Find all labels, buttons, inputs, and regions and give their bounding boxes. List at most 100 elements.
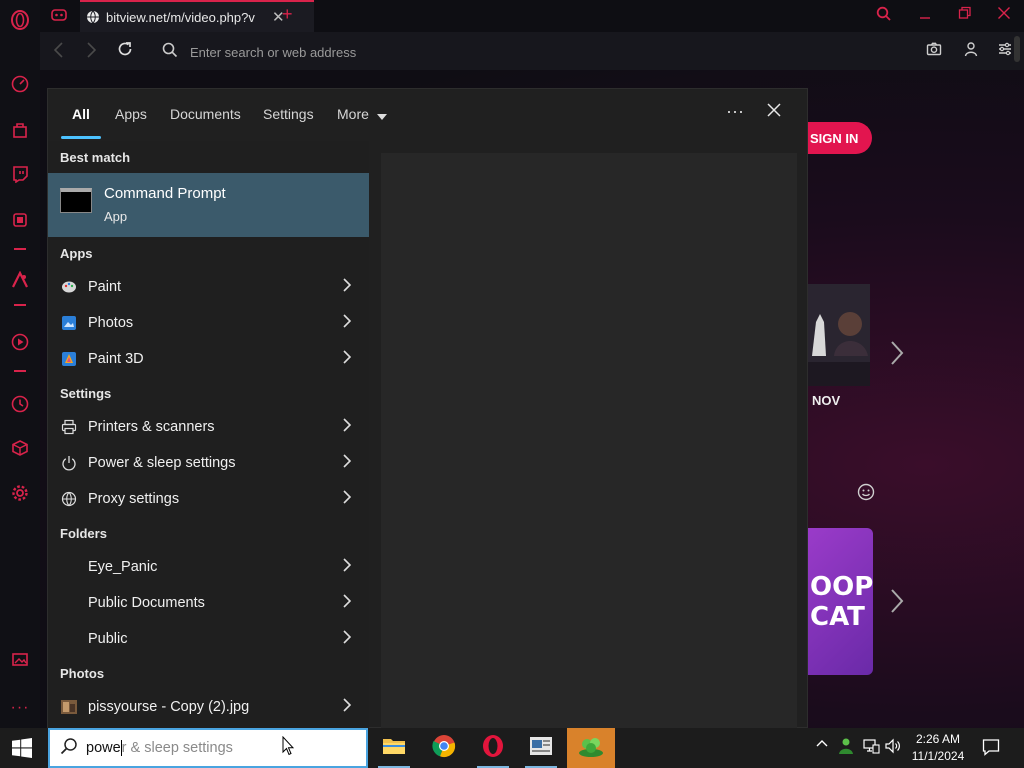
- sidebar-more-icon[interactable]: ···: [8, 696, 32, 720]
- new-tab-button[interactable]: +: [282, 4, 293, 25]
- printer-icon: [61, 419, 77, 435]
- active-tab-indicator: [61, 136, 101, 139]
- sidebar-divider: [14, 304, 26, 306]
- best-match-result[interactable]: Command Prompt App: [48, 173, 369, 237]
- video-thumbnail[interactable]: [808, 284, 870, 386]
- tab-settings[interactable]: Settings: [263, 106, 314, 122]
- workspace-icon[interactable]: [50, 7, 68, 28]
- reload-icon[interactable]: [116, 40, 134, 63]
- paint-icon: [61, 279, 77, 295]
- chevron-right-icon[interactable]: [343, 277, 352, 297]
- user-tray-icon[interactable]: [837, 737, 855, 758]
- result-app-paint-3d[interactable]: Paint 3D: [48, 341, 369, 377]
- speed-dial-icon[interactable]: [8, 72, 32, 96]
- section-heading-folders: Folders: [60, 526, 107, 541]
- settings-gear-icon[interactable]: [8, 481, 32, 505]
- opera-sidebar: ···: [0, 0, 40, 728]
- result-photo[interactable]: pissyourse - Copy (2).jpg: [48, 689, 369, 725]
- result-setting-power-sleep[interactable]: Power & sleep settings: [48, 445, 369, 481]
- photo-thumbnail-icon: [61, 699, 77, 715]
- aria-icon[interactable]: [8, 268, 32, 292]
- sidebar-divider: [14, 248, 26, 250]
- chrome-icon: [432, 734, 456, 763]
- close-window-button[interactable]: [997, 6, 1011, 24]
- close-search-button[interactable]: [766, 101, 782, 124]
- page-scrollbar[interactable]: [1014, 36, 1020, 62]
- extensions-icon[interactable]: [8, 436, 32, 460]
- power-icon: [61, 455, 77, 471]
- chevron-right-icon[interactable]: [343, 697, 352, 717]
- result-app-paint[interactable]: Paint: [48, 269, 369, 305]
- restore-button[interactable]: [958, 6, 972, 24]
- result-app-photos[interactable]: Photos: [48, 305, 369, 341]
- history-icon[interactable]: [8, 392, 32, 416]
- taskbar-file-explorer[interactable]: [370, 728, 418, 768]
- carousel-next-icon[interactable]: [890, 588, 904, 621]
- search-autocomplete-suggestion: r & sleep settings: [121, 739, 233, 756]
- result-folder-public-documents[interactable]: Public Documents: [48, 585, 369, 621]
- chevron-right-icon[interactable]: [343, 313, 352, 333]
- game-app-icon: [578, 734, 604, 763]
- chevron-right-icon[interactable]: [343, 489, 352, 509]
- windows-start-icon[interactable]: [12, 738, 32, 758]
- emoji-icon[interactable]: [857, 483, 875, 506]
- tab-strip: bitview.net/m/video.php?v ✕ +: [40, 0, 1024, 32]
- tab-more[interactable]: More: [337, 106, 387, 123]
- chevron-right-icon[interactable]: [343, 629, 352, 649]
- search-typed-text[interactable]: power & sleep settings: [86, 739, 233, 757]
- opera-logo-icon[interactable]: [8, 8, 32, 32]
- sign-in-button[interactable]: SIGN IN: [808, 122, 872, 154]
- video-thumbnail-text: OOP: [810, 571, 874, 602]
- result-label: Eye_Panic: [88, 559, 158, 575]
- shopping-icon[interactable]: [8, 118, 32, 142]
- chevron-right-icon[interactable]: [343, 557, 352, 577]
- clock-date: 11/1/2024: [911, 749, 965, 763]
- mouse-cursor-icon: [282, 735, 295, 761]
- volume-icon[interactable]: [885, 738, 901, 757]
- result-folder-eye-panic[interactable]: Eye_Panic: [48, 549, 369, 585]
- player-icon[interactable]: [8, 330, 32, 354]
- chevron-right-icon[interactable]: [343, 349, 352, 369]
- result-setting-printers[interactable]: Printers & scanners: [48, 409, 369, 445]
- news-app-icon: [529, 736, 553, 761]
- game-icon[interactable]: [8, 208, 32, 232]
- section-heading-best-match: Best match: [60, 150, 131, 165]
- result-label: Proxy settings: [88, 491, 180, 507]
- globe-icon: [86, 10, 100, 24]
- back-icon[interactable]: [52, 41, 66, 64]
- system-clock[interactable]: 2:26 AM 11/1/2024: [902, 731, 974, 765]
- taskbar-chrome[interactable]: [420, 728, 468, 768]
- chevron-right-icon[interactable]: [343, 453, 352, 473]
- clock-time: 2:26 AM: [915, 732, 961, 746]
- result-label: Printers & scanners: [88, 419, 215, 435]
- best-match-subtitle: App: [104, 209, 128, 224]
- tab-documents[interactable]: Documents: [170, 106, 241, 122]
- pinboard-icon[interactable]: [8, 647, 32, 671]
- snapshot-camera-icon[interactable]: [926, 41, 942, 60]
- taskbar-game-app[interactable]: [567, 728, 615, 768]
- easy-setup-icon[interactable]: [997, 41, 1013, 60]
- carousel-next-icon[interactable]: [890, 340, 904, 373]
- result-label: pissyourse - Copy (2).jpg: [88, 699, 250, 715]
- forward-icon[interactable]: [84, 41, 98, 64]
- video-thumbnail[interactable]: OOP CAT: [808, 528, 873, 675]
- result-folder-public[interactable]: Public: [48, 621, 369, 657]
- more-options-button[interactable]: ···: [726, 101, 744, 122]
- tab-all[interactable]: All: [72, 106, 90, 122]
- result-setting-proxy[interactable]: Proxy settings: [48, 481, 369, 517]
- chevron-right-icon[interactable]: [343, 417, 352, 437]
- twitch-icon[interactable]: [8, 162, 32, 186]
- taskbar-opera[interactable]: [469, 728, 517, 768]
- tab-apps[interactable]: Apps: [115, 106, 147, 122]
- chevron-right-icon[interactable]: [343, 593, 352, 613]
- minimize-button[interactable]: [918, 6, 932, 24]
- taskbar-search-box[interactable]: power & sleep settings: [48, 728, 368, 768]
- taskbar-news-app[interactable]: [517, 728, 565, 768]
- notification-center-icon[interactable]: [982, 738, 1000, 759]
- address-input[interactable]: [190, 41, 790, 63]
- browser-tab[interactable]: bitview.net/m/video.php?v ✕: [80, 0, 314, 32]
- network-icon[interactable]: [862, 738, 880, 757]
- account-icon[interactable]: [964, 41, 978, 60]
- show-hidden-icons-button[interactable]: [816, 738, 828, 753]
- search-tabs-icon[interactable]: [876, 6, 892, 26]
